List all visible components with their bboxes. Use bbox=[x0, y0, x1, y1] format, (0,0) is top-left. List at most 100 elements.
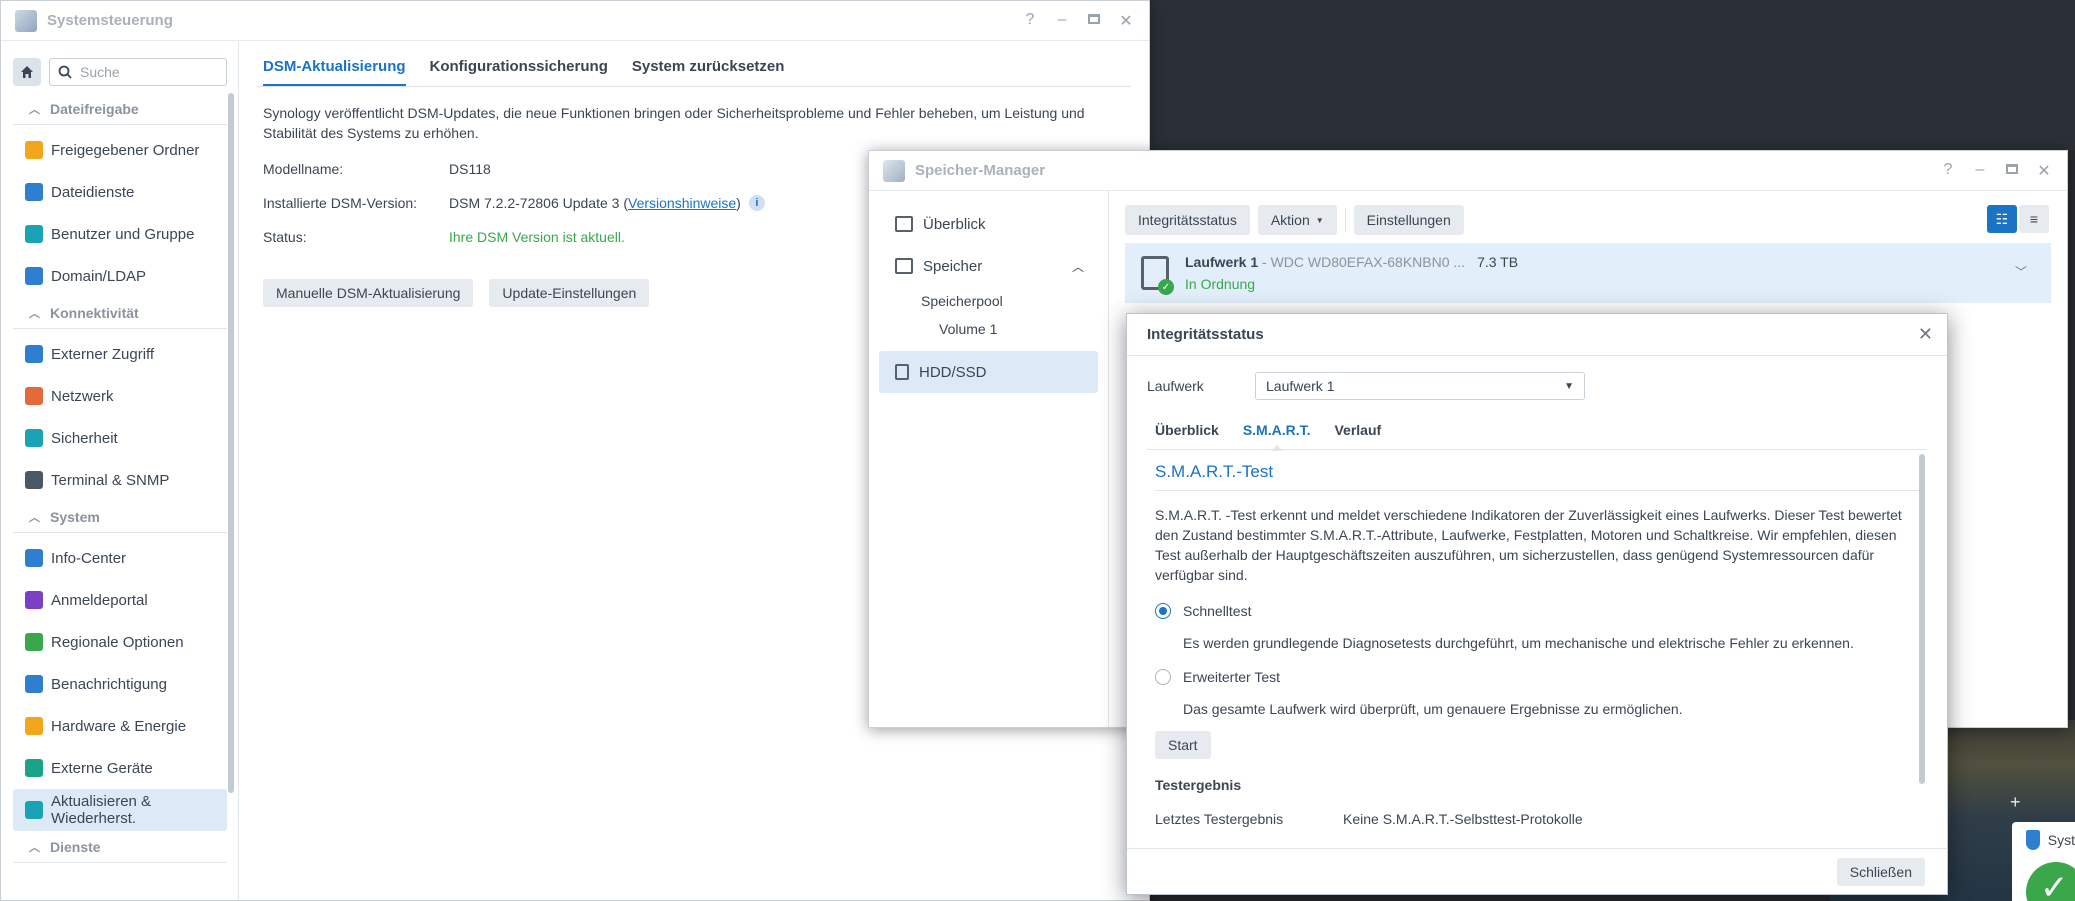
sidebar-section-header[interactable]: ︿ Dienste bbox=[13, 831, 227, 863]
minimize-icon[interactable]: – bbox=[1053, 11, 1071, 31]
sidebar-section-header[interactable]: ︿ Dateifreigabe bbox=[13, 93, 227, 125]
sidebar-item[interactable]: Regionale Optionen bbox=[13, 621, 227, 663]
dialog-titlebar[interactable]: Integritätsstatus ✕ bbox=[1127, 314, 1947, 356]
nav-storage[interactable]: Speicher ︿ bbox=[879, 245, 1098, 287]
close-button[interactable]: Schließen bbox=[1836, 857, 1925, 886]
nav-hdd-label: HDD/SSD bbox=[919, 363, 987, 381]
add-widget-icon[interactable]: + bbox=[2010, 792, 2021, 813]
help-icon[interactable]: ? bbox=[1021, 11, 1039, 31]
minimize-icon[interactable]: – bbox=[1971, 161, 1989, 181]
chevron-up-icon: ︿ bbox=[29, 511, 40, 524]
nav-volume[interactable]: Volume 1 bbox=[879, 315, 1098, 343]
model-value: DS118 bbox=[449, 161, 491, 177]
file-services-icon bbox=[25, 183, 43, 201]
sidebar-item[interactable]: Hardware & Energie bbox=[13, 705, 227, 747]
help-icon[interactable]: ? bbox=[1939, 161, 1957, 181]
drive-select-value: Laufwerk 1 bbox=[1266, 378, 1335, 394]
sidebar-item-label: Externe Geräte bbox=[51, 759, 153, 777]
action-dropdown[interactable]: Aktion ▼ bbox=[1257, 205, 1337, 235]
tab-system-reset[interactable]: System zurücksetzen bbox=[632, 58, 785, 86]
quick-test-option[interactable]: Schnelltest bbox=[1155, 599, 1919, 623]
control-panel-app-icon bbox=[15, 9, 37, 32]
overview-icon bbox=[895, 216, 913, 232]
dialog-scrollbar[interactable] bbox=[1919, 454, 1925, 784]
sidebar-item[interactable]: Info-Center bbox=[13, 537, 227, 579]
sidebar-item-label: Sicherheit bbox=[51, 429, 118, 447]
update-settings-button[interactable]: Update-Einstellungen bbox=[489, 279, 650, 307]
nav-overview-label: Überblick bbox=[923, 215, 986, 233]
sidebar-item-label: Externer Zugriff bbox=[51, 345, 155, 363]
sidebar-item[interactable]: Sicherheit bbox=[13, 417, 227, 459]
sidebar-item-label: Terminal & SNMP bbox=[51, 471, 170, 489]
sidebar-item[interactable]: Benutzer und Gruppe bbox=[13, 213, 227, 255]
dialog-footer: Schließen bbox=[1127, 848, 1947, 894]
action-label: Aktion bbox=[1270, 212, 1310, 228]
notification-title: Syst bbox=[2047, 832, 2075, 848]
tab-history[interactable]: Verlauf bbox=[1334, 410, 1381, 450]
tab-smart[interactable]: S.M.A.R.T. bbox=[1243, 410, 1310, 451]
external-access-icon bbox=[25, 345, 43, 363]
chevron-up-icon: ︿ bbox=[29, 841, 40, 854]
desktop-background bbox=[1150, 0, 2075, 150]
control-panel-titlebar[interactable]: Systemsteuerung ? – ✕ bbox=[1, 1, 1149, 41]
test-result-heading: Testergebnis bbox=[1155, 777, 1242, 793]
hdd-icon bbox=[895, 364, 909, 380]
sidebar-item[interactable]: Benachrichtigung bbox=[13, 663, 227, 705]
success-check-icon: ✓ bbox=[2026, 862, 2075, 901]
tab-dsm-update[interactable]: DSM-Aktualisierung bbox=[263, 58, 406, 86]
version-close-paren: ) bbox=[736, 195, 741, 211]
disk-row[interactable]: ✓ Laufwerk 1 - WDC WD80EFAX-68KNBN0 ... 7… bbox=[1125, 243, 2051, 303]
sidebar-item[interactable]: Externer Zugriff bbox=[13, 333, 227, 375]
home-button[interactable] bbox=[13, 58, 41, 86]
search-input[interactable] bbox=[80, 64, 210, 80]
sidebar-scrollbar[interactable] bbox=[228, 93, 234, 793]
folder-icon bbox=[25, 141, 43, 159]
close-icon[interactable]: ✕ bbox=[1918, 324, 1933, 345]
drive-select[interactable]: Laufwerk 1 ▼ bbox=[1255, 372, 1585, 400]
notification-widget[interactable]: Syst ✓ bbox=[2012, 822, 2075, 901]
sidebar-item[interactable]: Dateidienste bbox=[13, 171, 227, 213]
sidebar-item[interactable]: Netzwerk bbox=[13, 375, 227, 417]
search-field[interactable] bbox=[49, 58, 227, 86]
maximize-icon[interactable] bbox=[2003, 161, 2021, 181]
extended-test-option[interactable]: Erweiterter Test bbox=[1155, 665, 1919, 689]
nav-hdd-ssd[interactable]: HDD/SSD bbox=[879, 351, 1098, 393]
settings-button[interactable]: Einstellungen bbox=[1353, 205, 1464, 235]
info-icon[interactable]: i bbox=[748, 195, 765, 211]
sidebar-section-label: Dienste bbox=[50, 838, 101, 855]
sidebar-item[interactable]: Terminal & SNMP bbox=[13, 459, 227, 501]
radio-unselected[interactable] bbox=[1155, 669, 1171, 685]
start-button[interactable]: Start bbox=[1155, 731, 1211, 759]
close-icon[interactable]: ✕ bbox=[1117, 11, 1135, 31]
list-view-icon[interactable]: ≡ bbox=[2019, 205, 2049, 233]
release-notes-link[interactable]: Versionshinweise bbox=[628, 195, 736, 211]
nav-storage-pool[interactable]: Speicherpool bbox=[879, 287, 1098, 315]
intro-text: Synology veröffentlicht DSM-Updates, die… bbox=[263, 105, 1085, 141]
radio-selected[interactable] bbox=[1155, 603, 1171, 619]
chevron-down-icon[interactable]: ﹀ bbox=[2015, 263, 2027, 280]
sidebar-item-label: Benachrichtigung bbox=[51, 675, 167, 693]
tab-overview[interactable]: Überblick bbox=[1155, 410, 1219, 450]
tab-config-backup[interactable]: Konfigurationssicherung bbox=[430, 58, 608, 86]
sidebar-item[interactable]: Domain/LDAP bbox=[13, 255, 227, 297]
sidebar-item-label: Hardware & Energie bbox=[51, 717, 187, 735]
chevron-up-icon[interactable]: ︿ bbox=[1072, 258, 1084, 275]
storage-manager-app-icon bbox=[883, 159, 905, 182]
bulb-icon bbox=[25, 717, 43, 735]
sidebar-section-header[interactable]: ︿ Konnektivität bbox=[13, 297, 227, 329]
close-icon[interactable]: ✕ bbox=[2035, 161, 2053, 181]
sidebar-item[interactable]: Externe Geräte bbox=[13, 747, 227, 789]
sidebar-item[interactable]: Freigegebener Ordner bbox=[13, 129, 227, 171]
status-value: Ihre DSM Version ist aktuell. bbox=[449, 229, 625, 245]
smart-panel: S.M.A.R.T.-Test S.M.A.R.T. -Test erkennt… bbox=[1147, 450, 1927, 850]
maximize-icon[interactable] bbox=[1085, 11, 1103, 31]
manual-update-button[interactable]: Manuelle DSM-Aktualisierung bbox=[263, 279, 474, 307]
nav-overview[interactable]: Überblick bbox=[879, 203, 1098, 245]
storage-manager-titlebar[interactable]: Speicher-Manager ? – ✕ bbox=[869, 151, 2067, 191]
sidebar-item[interactable]: Aktualisieren & Wiederherst. bbox=[13, 789, 227, 831]
health-status-button[interactable]: Integritätsstatus bbox=[1125, 205, 1250, 235]
list-detail-view-icon[interactable]: ☷ bbox=[1987, 205, 2017, 233]
sidebar-section-header[interactable]: ︿ System bbox=[13, 501, 227, 533]
sidebar-item[interactable]: Anmeldeportal bbox=[13, 579, 227, 621]
regional-icon bbox=[25, 633, 43, 651]
